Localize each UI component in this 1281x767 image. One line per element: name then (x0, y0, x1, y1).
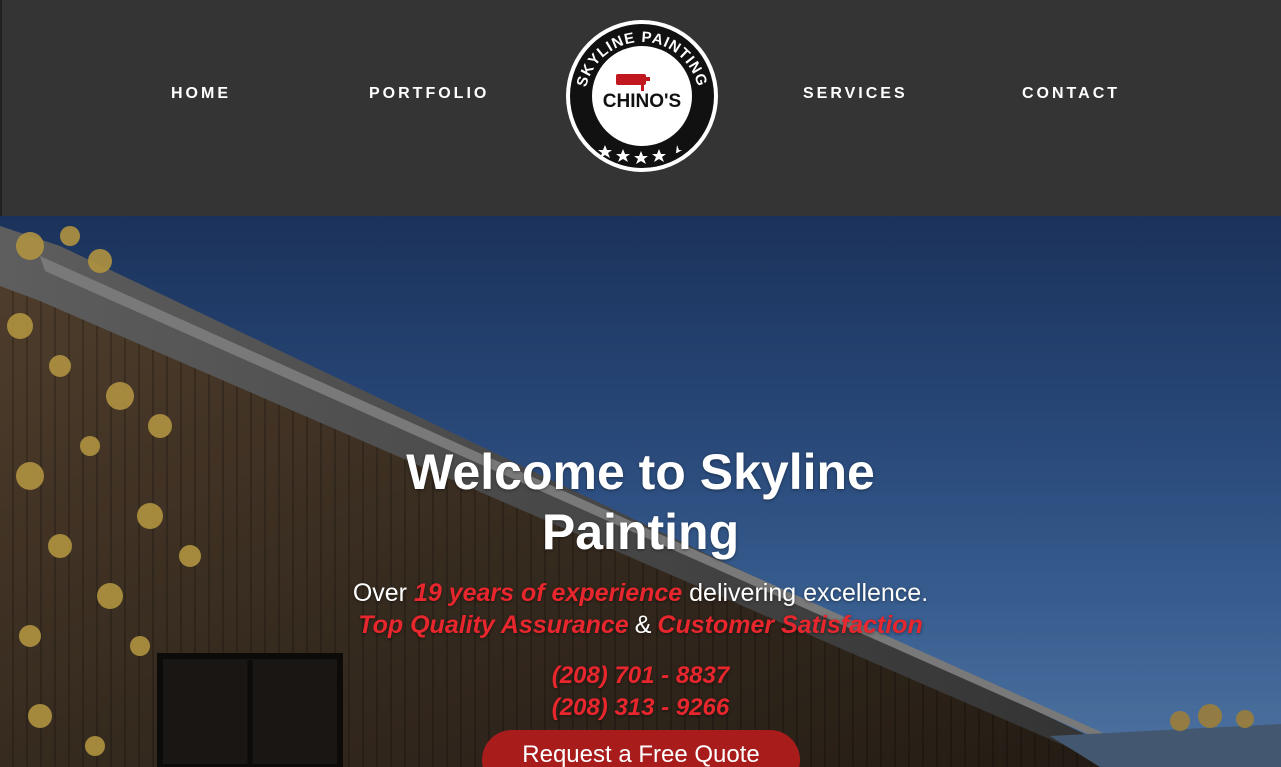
nav-services-link[interactable]: SERVICES (803, 85, 908, 105)
tagline-prefix: Over (352, 579, 414, 607)
request-quote-button[interactable]: Request a Free Quote (482, 730, 800, 767)
experience-highlight: 19 years of experience (413, 579, 683, 607)
hero-tagline: Over 19 years of experience delivering e… (290, 578, 991, 608)
phone-number-1[interactable]: (208) 701 - 8837 (440, 661, 841, 691)
tagline-suffix: delivering excellence. (682, 579, 929, 607)
nav-contact-link[interactable]: CONTACT (1022, 85, 1120, 105)
nav-portfolio-link[interactable]: PORTFOLIO (369, 85, 489, 105)
hero-values: Top Quality Assurance & Customer Satisfact… (290, 610, 991, 640)
site-logo[interactable]: SKYLINE PAINTING CHINO'S (565, 19, 719, 173)
quality-highlight: Top Quality Assurance (358, 611, 629, 639)
satisfaction-highlight: Customer Satisfaction (657, 611, 923, 639)
site-header: HOME PORTFOLIO SKYLINE PAINTING CHINO'S (0, 0, 1281, 216)
nav-home-link[interactable]: HOME (171, 85, 231, 105)
phone-number-2[interactable]: (208) 313 - 9266 (440, 693, 841, 723)
hero-section: Welcome to Skyline Painting Over 19 year… (0, 216, 1281, 767)
ampersand: & (634, 611, 652, 639)
svg-text:CHINO'S: CHINO'S (603, 91, 681, 112)
logo-badge: SKYLINE PAINTING CHINO'S (566, 20, 718, 172)
hero-title: Welcome to Skyline Painting (406, 444, 875, 560)
